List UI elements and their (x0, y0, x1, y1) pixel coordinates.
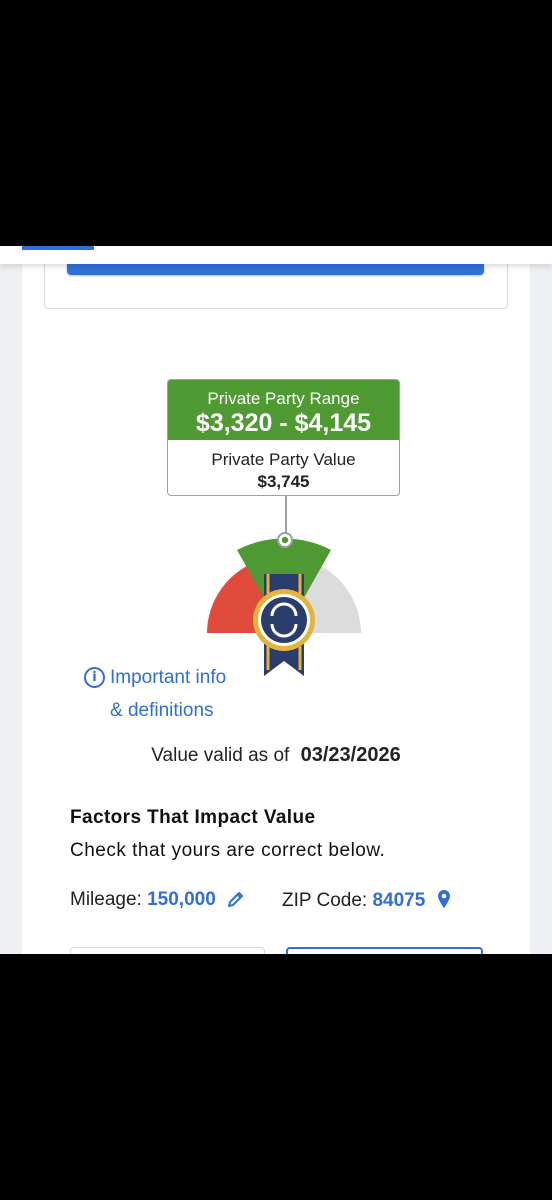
zip-value[interactable]: 84075 (372, 890, 425, 911)
bottom-left-button[interactable] (70, 947, 265, 954)
mileage-label: Mileage: (70, 889, 142, 910)
info-icon[interactable]: i (84, 667, 105, 688)
important-info-link[interactable]: Important info (110, 666, 226, 690)
gauge-pointer-dot (281, 536, 289, 544)
zip-code-field[interactable]: ZIP Code: 84075 (282, 889, 451, 912)
valid-date: 03/23/2026 (300, 744, 401, 766)
value-gauge (207, 532, 361, 676)
factors-title: Factors That Impact Value (70, 807, 316, 828)
range-value: $3,320 - $4,145 (195, 409, 372, 437)
range-header: Private Party Range $3,320 - $4,145 (168, 380, 399, 440)
pencil-icon[interactable] (227, 890, 245, 908)
active-tab-indicator (22, 246, 94, 250)
content-card: Track My Value Private Party Range $3,32… (22, 246, 530, 954)
bottom-right-button[interactable] (286, 947, 483, 954)
private-party-range-box: Private Party Range $3,320 - $4,145 Priv… (167, 379, 400, 496)
range-connector-line (285, 495, 287, 535)
range-label: Private Party Range (207, 389, 360, 408)
app-screen: Track My Value Private Party Range $3,32… (0, 246, 552, 954)
private-party-value-amount: $3,745 (257, 472, 310, 491)
mileage-value[interactable]: 150,000 (147, 889, 216, 910)
valid-prefix: Value valid as of (151, 745, 290, 766)
value-valid-date: Value valid as of 03/23/2026 (22, 744, 530, 767)
location-pin-icon[interactable] (437, 889, 451, 909)
factors-subtitle: Check that yours are correct below. (70, 840, 386, 861)
private-party-value-label: Private Party Value (211, 450, 356, 469)
definitions-link[interactable]: & definitions (110, 699, 214, 723)
zip-label: ZIP Code: (282, 890, 368, 911)
mileage-field[interactable]: Mileage: 150,000 (70, 889, 245, 911)
